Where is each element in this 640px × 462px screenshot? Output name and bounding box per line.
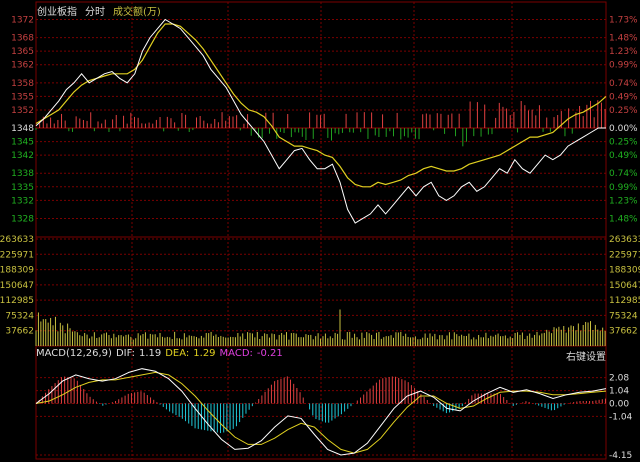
volume-tick-label: 188309 (0, 266, 34, 276)
price-tick-label: 1332 (11, 196, 34, 206)
price-tick-label: 1365 (11, 47, 34, 57)
price-tick-label: 1345 (11, 138, 34, 148)
pct-tick-label: 1.23% (609, 47, 638, 57)
pct-tick-label: 0.99% (609, 61, 638, 71)
volume-tick-label-right: 263633 (609, 235, 640, 245)
pct-tick-label: 0.99% (609, 183, 638, 193)
volume-tick-label: 225971 (0, 250, 34, 260)
volume-label: 成交额(万) (113, 6, 161, 18)
pct-tick-label: 1.23% (609, 196, 638, 206)
pct-tick-label: 1.48% (609, 214, 638, 224)
volume-tick-label-right: 188309 (609, 266, 640, 276)
chart-root: 1372 1.73% 1368 1.48% 1365 1.23% 1362 0.99% 1358… (0, 0, 640, 462)
pct-tick-label: 0.25% (609, 106, 638, 116)
pct-tick-label: 0.25% (609, 138, 638, 148)
macd-header: MACD(12,26,9) DIF: 1.19 DEA: 1.29 MACD: … (36, 347, 283, 360)
macd-value: -0.21 (256, 348, 283, 359)
dea-value: 1.29 (193, 348, 216, 359)
volume-tick-label: 150647 (0, 281, 34, 291)
price-tick-label: 1368 (11, 34, 34, 44)
price-tick-label: 1352 (11, 106, 34, 116)
price-tick-label: 1342 (11, 151, 34, 161)
volume-tick-label-right: 150647 (609, 281, 640, 291)
volume-tick-label-right: 75324 (609, 311, 638, 321)
macd-label: MACD: (219, 348, 253, 359)
mode-label[interactable]: 分时 (85, 3, 105, 18)
volume-tick-label-right: 112985 (609, 296, 640, 306)
header-bar: 创业板指 分时 成交额(万) (37, 3, 161, 18)
macd-tick-label: -1.04 (609, 412, 633, 422)
macd-tick-label: -4.15 (609, 451, 632, 461)
volume-tick-label: 112985 (0, 296, 34, 306)
dea-line (35, 371, 607, 454)
timeshare-chart: 1372 1.73% 1368 1.48% 1365 1.23% 1362 0.99% 1358… (0, 1, 640, 461)
price-tick-label: 1338 (11, 169, 34, 179)
volume-tick-label-right: 37662 (609, 327, 638, 337)
price-tick-label: 1335 (11, 183, 34, 193)
pct-tick-label: 0.74% (609, 169, 638, 179)
price-tick-label: 1362 (11, 61, 34, 71)
settings-button[interactable]: 右键设置 (566, 348, 606, 363)
price-tick-label: 1372 (11, 16, 34, 26)
pct-tick-label: 1.73% (609, 16, 638, 26)
pct-tick-label: 0.49% (609, 151, 638, 161)
macd-tick-label: 1.04 (609, 387, 629, 397)
pct-tick-label: 0.74% (609, 79, 638, 89)
dif-label: DIF: (115, 348, 135, 359)
pct-tick-label: 0.00% (609, 124, 638, 134)
price-tick-label: 1355 (11, 92, 34, 102)
pct-tick-label: 1.48% (609, 34, 638, 44)
index-name: 创业板指 (37, 6, 77, 18)
volume-tick-label: 263633 (0, 235, 34, 245)
dea-label: DEA: (165, 348, 190, 359)
dif-value: 1.19 (138, 348, 162, 359)
macd-name: MACD(12,26,9) (36, 348, 112, 359)
volume-tick-label: 37662 (5, 327, 34, 337)
macd-tick-label: 2.08 (609, 374, 629, 384)
macd-tick-label: 0.00 (609, 399, 629, 409)
pct-tick-label: 0.49% (609, 92, 638, 102)
volume-tick-label: 75324 (5, 311, 34, 321)
volume-tick-label-right: 225971 (609, 250, 640, 260)
price-tick-label: 1348 (11, 124, 34, 134)
price-tick-label: 1328 (11, 214, 34, 224)
price-tick-label: 1358 (11, 79, 34, 89)
